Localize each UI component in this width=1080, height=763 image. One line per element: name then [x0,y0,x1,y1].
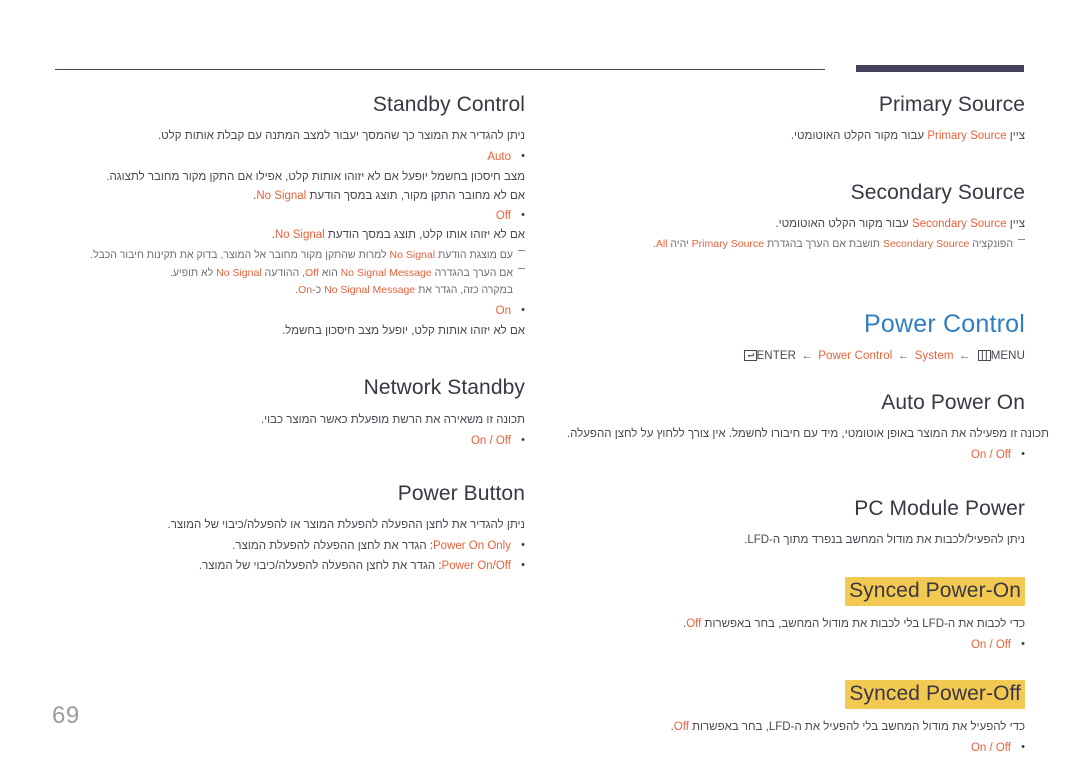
page-title: Power Control [864,310,1025,339]
left-column: Standby Control ניתן להגדיר את המוצר כך … [90,92,526,577]
breadcrumb-arrow: ← [897,350,910,363]
synced-power-on-description: כדי לכבות את ה-LFD בלי לכבות את מודול המ… [640,615,1025,634]
synced-power-off-description: כדי להפעיל את מודול המחשב בלי להפעיל את … [640,718,1025,737]
standby-note-2: אם הערך בהגדרה No Signal Message הוא Off… [135,265,525,299]
breadcrumb-arrow: ← [958,350,971,363]
standby-note-1: עם מוצגת הודעת No Signal למרות שהתקן מקו… [90,247,525,264]
desc-code: Off [686,618,702,631]
option-detail: אם לא מחובר התקן מקור, תוצג במסך הודעת N… [253,190,525,203]
menu-grid-icon [977,350,991,362]
enter-key-icon [743,350,757,362]
synced-power-off-highlight: Synced Power-Off [845,679,1025,710]
section-title-synced-power-off: Synced Power-Off [640,679,1025,710]
list-item: On / Off [640,635,1025,656]
list-item: Off אם לא יזוהו אותו קלט, תוצג במסך הודע… [135,206,525,246]
desc-pre: כדי להפעיל את מודול המחשב בלי להפעיל את … [688,721,1025,734]
option-label-on-off: On / Off [970,639,1011,652]
list-item: On / Off [640,445,1025,466]
option-label-on-off: On / Off [470,434,511,447]
pc-module-power-description: ניתן להפעיל/לכבות את מודול המחשב בנפרד מ… [744,534,1025,547]
option-inline-text: : הגדר את לחצן ההפעלה להפעלת המוצר. [232,540,434,553]
note-pre: הפונקציה [969,238,1013,251]
note-code: Secondary Source [882,238,970,251]
desc-code: Primary Source [927,130,1007,143]
secondary-source-description: ציין Secondary Source עבור מקור הקלט האו… [640,215,1025,234]
auto-power-on-description: תכונה זו מפעילה את המוצר באופן אוטומטי, … [566,428,1049,441]
option-label-auto: Auto [487,151,511,164]
list-item: On אם לא יזוהו אותות קלט, יופעל מצב חיסכ… [135,301,525,341]
synced-power-on-highlight: Synced Power-On [845,577,1025,607]
standby-control-description: ניתן להגדיר את המוצר כך שהמסך יעבור למצב… [157,130,525,143]
section-title-network-standby: Network Standby [363,376,525,400]
network-standby-option-list: On / Off [135,431,525,452]
page-number: 69 [52,702,80,729]
desc-pre: כדי לכבות את ה-LFD בלי לכבות את מודול המ… [701,618,1025,631]
standby-control-option-list: Auto מצב חיסכון בחשמל יופעל אם לא יזוהו … [106,147,525,246]
option-detail: אם לא יזוהו אותות קלט, יופעל מצב חיסכון … [281,324,525,337]
right-column: Primary Source ציין Primary Source עבור … [567,92,1049,759]
manual-page: Standby Control ניתן להגדיר את המוצר כך … [0,0,1080,763]
note-code3: All [655,238,668,251]
option-detail: מצב חיסכון בחשמל יופעל אם לא יזוהו אותות… [106,170,525,183]
breadcrumb-arrow: ← [801,350,813,363]
desc-pre: ציין [1006,130,1025,143]
desc-code: Secondary Source [911,218,1007,231]
standby-control-option-list-on: On אם לא יזוהו אותות קלט, יופעל מצב חיסכ… [135,301,525,341]
section-title-standby-control: Standby Control [372,93,525,116]
list-item: On / Off [135,431,525,452]
header-rule-thick [856,65,1024,72]
section-title-primary-source: Primary Source [878,93,1025,116]
primary-source-description: ציין Primary Source עבור מקור הקלט האוטו… [640,127,1025,146]
header-rule-thin [55,69,825,70]
synced-power-on-option-list: On / Off [640,635,1025,656]
list-item: On / Off [640,738,1025,759]
note-mid2: יהיה [667,238,692,251]
breadcrumb-menu[interactable]: MENU [991,350,1025,362]
list-item: Auto מצב חיסכון בחשמל יופעל אם לא יזוהו … [106,147,525,207]
note-code2: Primary Source [691,238,765,251]
power-button-option-list: Power On Only: הגדר את לחצן ההפעלה להפעל… [135,536,525,577]
section-title-synced-power-on: Synced Power-On [640,577,1025,607]
breadcrumb-power-control[interactable]: Power Control [818,350,892,362]
desc-code: Off [673,721,689,734]
section-title-pc-module-power: PC Module Power [854,497,1025,520]
breadcrumb-enter[interactable]: ENTER [757,350,796,362]
desc-post: עבור מקור הקלט האוטומטי. [775,218,912,231]
option-detail: אם לא יזוהו אותו קלט, תוצג במסך הודעת No… [271,229,525,242]
desc-post: עבור מקור הקלט האוטומטי. [790,130,928,143]
option-label-on-off: On / Off [970,742,1011,755]
option-label-power-on-off: Power On/Off [441,559,511,572]
section-title-auto-power-on: Auto Power On [881,391,1025,415]
power-button-description: ניתן להגדיר את לחצן ההפעלה להפעלת המוצר … [167,519,526,532]
note-mid: תושבת אם הערך בהגדרת [764,238,883,251]
section-title-secondary-source: Secondary Source [850,181,1025,205]
section-title-power-button: Power Button [397,482,525,506]
desc-pre: ציין [1006,218,1025,231]
auto-power-on-option-list: On / Off [640,445,1025,466]
option-label-off: Off [495,209,511,222]
option-label-on: On [495,305,511,318]
option-inline-text: : הגדר את לחצן ההפעלה להפעלה/כיבוי של המ… [198,559,442,572]
list-item: Power On Only: הגדר את לחצן ההפעלה להפעל… [135,536,525,557]
synced-power-off-option-list: On / Off [640,738,1025,759]
network-standby-description: תכונה זו משאירה את הרשת מופעלת כאשר המוצ… [260,413,525,426]
list-item: Power On/Off: הגדר את לחצן ההפעלה להפעלה… [135,556,525,577]
secondary-source-note: הפונקציה Secondary Source תושבת אם הערך … [640,236,1025,253]
breadcrumb-system[interactable]: System [915,350,954,362]
breadcrumb: ENTER ← Power Control ← System ← MENU [640,350,1025,362]
option-label-power-on-only: Power On Only [433,540,511,553]
option-label-on-off: On / Off [970,449,1011,462]
